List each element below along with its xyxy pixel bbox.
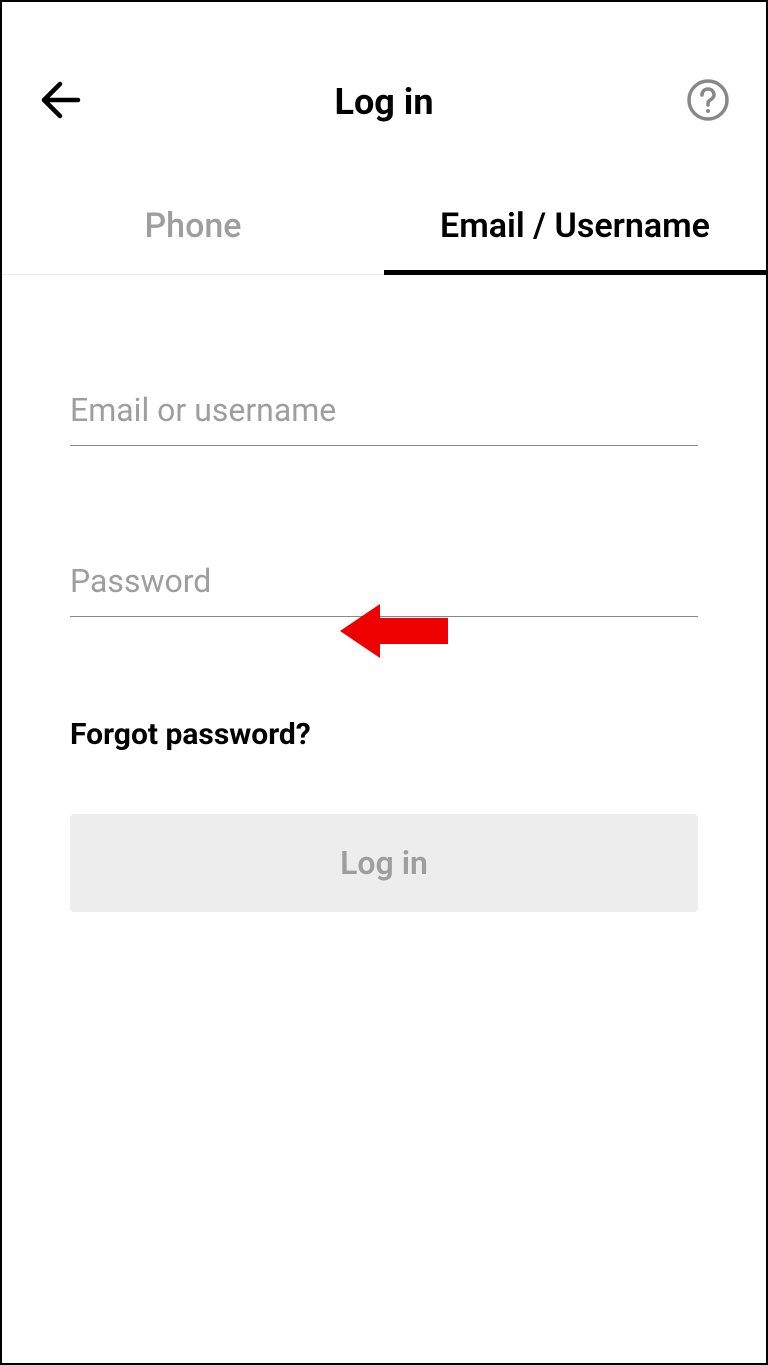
password-input-group	[70, 546, 698, 617]
page-title: Log in	[334, 81, 433, 123]
password-field[interactable]	[70, 546, 698, 617]
email-input-group	[70, 375, 698, 446]
back-icon[interactable]	[38, 78, 82, 126]
header: Log in	[2, 2, 766, 166]
tab-phone[interactable]: Phone	[2, 186, 384, 274]
login-form: Forgot password? Log in	[2, 275, 766, 912]
email-username-field[interactable]	[70, 375, 698, 446]
help-icon[interactable]	[686, 78, 730, 126]
forgot-password-link[interactable]: Forgot password?	[70, 717, 311, 752]
login-button[interactable]: Log in	[70, 814, 698, 912]
tabs: Phone Email / Username	[2, 186, 766, 275]
tab-email-username[interactable]: Email / Username	[384, 186, 766, 274]
